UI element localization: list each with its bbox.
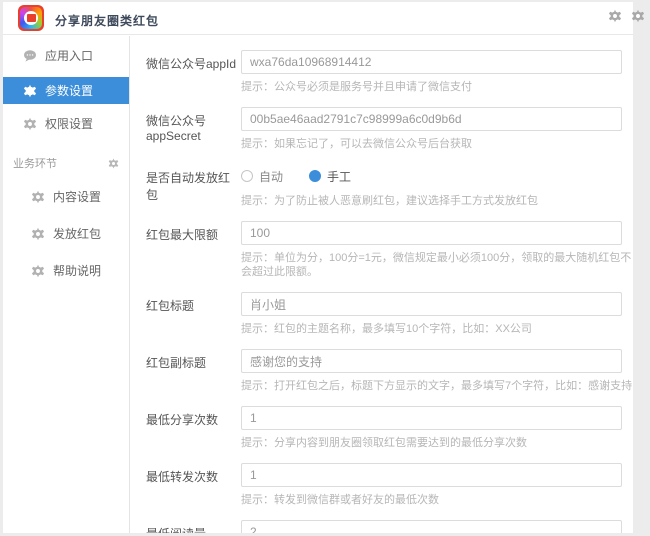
sidebar-item-send-redpacket[interactable]: 发放红包: [3, 220, 129, 247]
sidebar-item-app-entry[interactable]: 应用入口: [3, 42, 129, 69]
gear-icon: [23, 117, 37, 131]
field-hint: 提示：红包的主题名称，最多填写10个字符，比如：XX公司: [241, 322, 633, 336]
field-hint: 提示：转发到微信群或者好友的最低次数: [241, 493, 633, 507]
form-row: 最低阅读量 提示：转发或者分享内容领取红包需要达到的最低阅读量: [146, 520, 633, 533]
text-input[interactable]: [241, 406, 622, 430]
sidebar-item-permission-settings[interactable]: 权限设置: [3, 110, 129, 137]
field-label: 红包副标题: [146, 349, 241, 393]
radio-circle-icon: [309, 170, 321, 182]
page-title: 分享朋友圈类红包: [55, 12, 159, 29]
sidebar-section-label: 业务环节: [13, 155, 57, 171]
form-row: 微信公众号appId 提示：公众号必须是服务号并且申请了微信支付: [146, 50, 633, 94]
gear-icon: [31, 227, 45, 241]
sidebar-item-label: 发放红包: [53, 225, 101, 242]
text-input[interactable]: [241, 50, 622, 74]
gear-icon[interactable]: [108, 158, 119, 169]
field-label: 最低分享次数: [146, 406, 241, 450]
app-window: 分享朋友圈类红包 应用入口 参数设置 权限设置 业务环节 内容设置 发放红包: [3, 2, 633, 533]
field-hint: 提示：如果忘记了，可以去微信公众号后台获取: [241, 137, 633, 151]
form-row: 微信公众号appSecret 提示：如果忘记了，可以去微信公众号后台获取: [146, 107, 633, 151]
radio-group: 自动 手工: [241, 164, 633, 188]
field-label: 最低阅读量: [146, 520, 241, 533]
sidebar-item-label: 参数设置: [45, 82, 93, 99]
header: 分享朋友圈类红包: [3, 2, 633, 35]
sidebar: 应用入口 参数设置 权限设置 业务环节 内容设置 发放红包 帮助说: [3, 36, 130, 533]
field-label: 红包最大限额: [146, 221, 241, 279]
field-label: 最低转发次数: [146, 463, 241, 507]
field-hint: 提示：打开红包之后，标题下方显示的文字，最多填写7个字符，比如：感谢支持: [241, 379, 633, 393]
text-input[interactable]: [241, 107, 622, 131]
text-input[interactable]: [241, 463, 622, 487]
settings-form: 微信公众号appId 提示：公众号必须是服务号并且申请了微信支付 微信公众号ap…: [131, 36, 633, 533]
field-label: 红包标题: [146, 292, 241, 336]
sidebar-item-help[interactable]: 帮助说明: [3, 257, 129, 284]
field-hint: 提示：公众号必须是服务号并且申请了微信支付: [241, 80, 633, 94]
app-logo-icon: [18, 5, 44, 31]
chat-icon: [23, 49, 37, 63]
sidebar-item-label: 帮助说明: [53, 262, 101, 279]
form-row: 最低转发次数 提示：转发到微信群或者好友的最低次数: [146, 463, 633, 507]
sidebar-item-label: 权限设置: [45, 115, 93, 132]
sidebar-item-parameter-settings[interactable]: 参数设置: [3, 77, 129, 104]
form-row: 红包标题 提示：红包的主题名称，最多填写10个字符，比如：XX公司: [146, 292, 633, 336]
gear-icon: [23, 84, 37, 98]
sidebar-item-content-settings[interactable]: 内容设置: [3, 183, 129, 210]
field-hint: 提示：分享内容到朋友圈领取红包需要达到的最低分享次数: [241, 436, 633, 450]
radio-circle-icon: [241, 170, 253, 182]
gear-icon: [31, 264, 45, 278]
form-row: 红包副标题 提示：打开红包之后，标题下方显示的文字，最多填写7个字符，比如：感谢…: [146, 349, 633, 393]
text-input[interactable]: [241, 520, 622, 533]
sidebar-item-label: 内容设置: [53, 188, 101, 205]
text-input[interactable]: [241, 349, 622, 373]
field-label: 微信公众号appSecret: [146, 107, 241, 151]
sidebar-item-label: 应用入口: [45, 47, 93, 64]
field-hint: 提示：为了防止被人恶意刷红包，建议选择手工方式发放红包: [241, 194, 633, 208]
radio-label: 手工: [327, 168, 351, 185]
field-label: 微信公众号appId: [146, 50, 241, 94]
radio-label: 自动: [259, 168, 283, 185]
settings-icon[interactable]: [631, 9, 645, 23]
field-label: 是否自动发放红包: [146, 164, 241, 208]
text-input[interactable]: [241, 221, 622, 245]
form-row: 最低分享次数 提示：分享内容到朋友圈领取红包需要达到的最低分享次数: [146, 406, 633, 450]
header-actions: [608, 9, 645, 23]
form-row: 是否自动发放红包 自动 手工 提示：为了防止被人恶意刷红包，建议选择手工方式发放红…: [146, 164, 633, 208]
text-input[interactable]: [241, 292, 622, 316]
sidebar-section-business: 业务环节: [3, 153, 129, 173]
form-row: 红包最大限额 提示：单位为分，100分=1元，微信规定最小必须100分，领取的最…: [146, 221, 633, 279]
radio-option[interactable]: 自动: [241, 168, 283, 185]
field-hint: 提示：单位为分，100分=1元，微信规定最小必须100分，领取的最大随机红包不会…: [241, 251, 633, 279]
radio-option[interactable]: 手工: [309, 168, 351, 185]
gear-icon: [31, 190, 45, 204]
gears-icon[interactable]: [608, 9, 622, 23]
